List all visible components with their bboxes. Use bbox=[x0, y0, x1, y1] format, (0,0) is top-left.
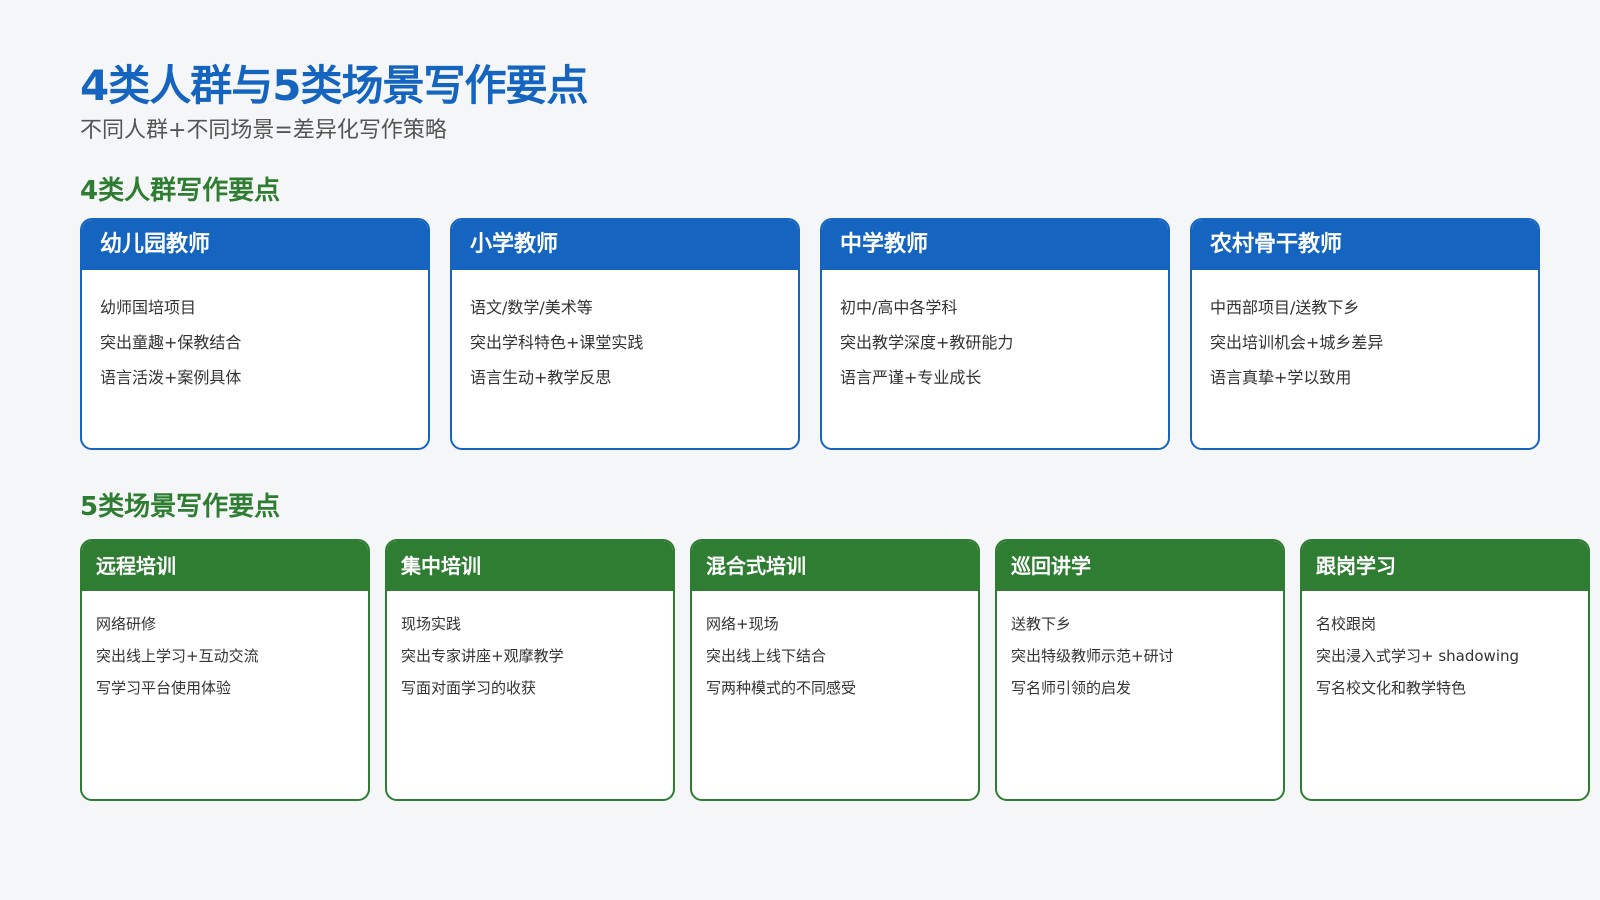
card-line: 语言活泼+案例具体 bbox=[100, 368, 242, 387]
scene-card-blended: 混合式培训 网络+现场 突出线上线下结合 写两种模式的不同感受 bbox=[690, 539, 980, 801]
scene-card-remote: 远程培训 网络研修 突出线上学习+互动交流 写学习平台使用体验 bbox=[80, 539, 370, 801]
group-card-body: 语文/数学/美术等 突出学科特色+课堂实践 语言生动+教学反思 bbox=[452, 270, 798, 395]
scenes-card-grid: 远程培训 网络研修 突出线上学习+互动交流 写学习平台使用体验 集中培训 现场实… bbox=[80, 539, 1590, 801]
group-card-body: 初中/高中各学科 突出教学深度+教研能力 语言严谨+专业成长 bbox=[822, 270, 1168, 395]
card-line: 写两种模式的不同感受 bbox=[706, 679, 857, 697]
card-line: 突出特级教师示范+研讨 bbox=[1011, 647, 1174, 665]
scene-card-header: 远程培训 bbox=[82, 541, 368, 591]
card-line: 初中/高中各学科 bbox=[840, 298, 958, 317]
card-line: 语言严谨+专业成长 bbox=[840, 368, 982, 387]
group-card-header: 幼儿园教师 bbox=[82, 220, 428, 270]
card-line: 突出学科特色+课堂实践 bbox=[470, 333, 644, 352]
group-card-header: 小学教师 bbox=[452, 220, 798, 270]
card-line: 写名师引领的启发 bbox=[1011, 679, 1132, 697]
group-card-kindergarten: 幼儿园教师 幼师国培项目 突出童趣+保教结合 语言活泼+案例具体 bbox=[80, 218, 430, 450]
card-line: 写名校文化和教学特色 bbox=[1316, 679, 1467, 697]
group-card-header: 农村骨干教师 bbox=[1192, 220, 1538, 270]
group-card-secondary: 中学教师 初中/高中各学科 突出教学深度+教研能力 语言严谨+专业成长 bbox=[820, 218, 1170, 450]
group-card-primary: 小学教师 语文/数学/美术等 突出学科特色+课堂实践 语言生动+教学反思 bbox=[450, 218, 800, 450]
card-line: 名校跟岗 bbox=[1316, 615, 1377, 633]
scene-card-header: 跟岗学习 bbox=[1302, 541, 1588, 591]
card-line: 突出培训机会+城乡差异 bbox=[1210, 333, 1384, 352]
card-line: 中西部项目/送教下乡 bbox=[1210, 298, 1360, 317]
card-line: 网络研修 bbox=[96, 615, 157, 633]
card-line: 突出童趣+保教结合 bbox=[100, 333, 242, 352]
scene-card-body: 现场实践 突出专家讲座+观摩教学 写面对面学习的收获 bbox=[387, 591, 673, 704]
scene-card-centralized: 集中培训 现场实践 突出专家讲座+观摩教学 写面对面学习的收获 bbox=[385, 539, 675, 801]
scene-card-header: 集中培训 bbox=[387, 541, 673, 591]
scene-card-body: 网络+现场 突出线上线下结合 写两种模式的不同感受 bbox=[692, 591, 978, 704]
scene-card-touring: 巡回讲学 送教下乡 突出特级教师示范+研讨 写名师引领的启发 bbox=[995, 539, 1285, 801]
group-card-header: 中学教师 bbox=[822, 220, 1168, 270]
group-card-body: 幼师国培项目 突出童趣+保教结合 语言活泼+案例具体 bbox=[82, 270, 428, 395]
card-line: 突出教学深度+教研能力 bbox=[840, 333, 1014, 352]
groups-card-grid: 幼儿园教师 幼师国培项目 突出童趣+保教结合 语言活泼+案例具体 小学教师 语文… bbox=[80, 218, 1540, 450]
groups-section-title: 4类人群写作要点 bbox=[80, 176, 281, 206]
scene-card-header: 混合式培训 bbox=[692, 541, 978, 591]
scene-card-body: 送教下乡 突出特级教师示范+研讨 写名师引领的启发 bbox=[997, 591, 1283, 704]
scenes-section-title: 5类场景写作要点 bbox=[80, 492, 281, 522]
slide-subtitle: 不同人群+不同场景=差异化写作策略 bbox=[80, 118, 447, 143]
scene-card-header: 巡回讲学 bbox=[997, 541, 1283, 591]
card-line: 突出线上线下结合 bbox=[706, 647, 827, 665]
card-line: 写面对面学习的收获 bbox=[401, 679, 537, 697]
card-line: 突出专家讲座+观摩教学 bbox=[401, 647, 564, 665]
card-line: 语言生动+教学反思 bbox=[470, 368, 612, 387]
slide-title: 4类人群与5类场景写作要点 bbox=[80, 61, 588, 110]
card-line: 送教下乡 bbox=[1011, 615, 1072, 633]
scene-card-body: 名校跟岗 突出浸入式学习+ shadowing 写名校文化和教学特色 bbox=[1302, 591, 1588, 704]
card-line: 幼师国培项目 bbox=[100, 298, 197, 317]
card-line: 网络+现场 bbox=[706, 615, 779, 633]
card-line: 现场实践 bbox=[401, 615, 462, 633]
group-card-body: 中西部项目/送教下乡 突出培训机会+城乡差异 语言真挚+学以致用 bbox=[1192, 270, 1538, 395]
card-line: 语文/数学/美术等 bbox=[470, 298, 593, 317]
scene-card-shadowing: 跟岗学习 名校跟岗 突出浸入式学习+ shadowing 写名校文化和教学特色 bbox=[1300, 539, 1590, 801]
card-line: 写学习平台使用体验 bbox=[96, 679, 232, 697]
card-line: 语言真挚+学以致用 bbox=[1210, 368, 1352, 387]
card-line: 突出线上学习+互动交流 bbox=[96, 647, 259, 665]
group-card-rural: 农村骨干教师 中西部项目/送教下乡 突出培训机会+城乡差异 语言真挚+学以致用 bbox=[1190, 218, 1540, 450]
scene-card-body: 网络研修 突出线上学习+互动交流 写学习平台使用体验 bbox=[82, 591, 368, 704]
card-line: 突出浸入式学习+ shadowing bbox=[1316, 647, 1520, 665]
